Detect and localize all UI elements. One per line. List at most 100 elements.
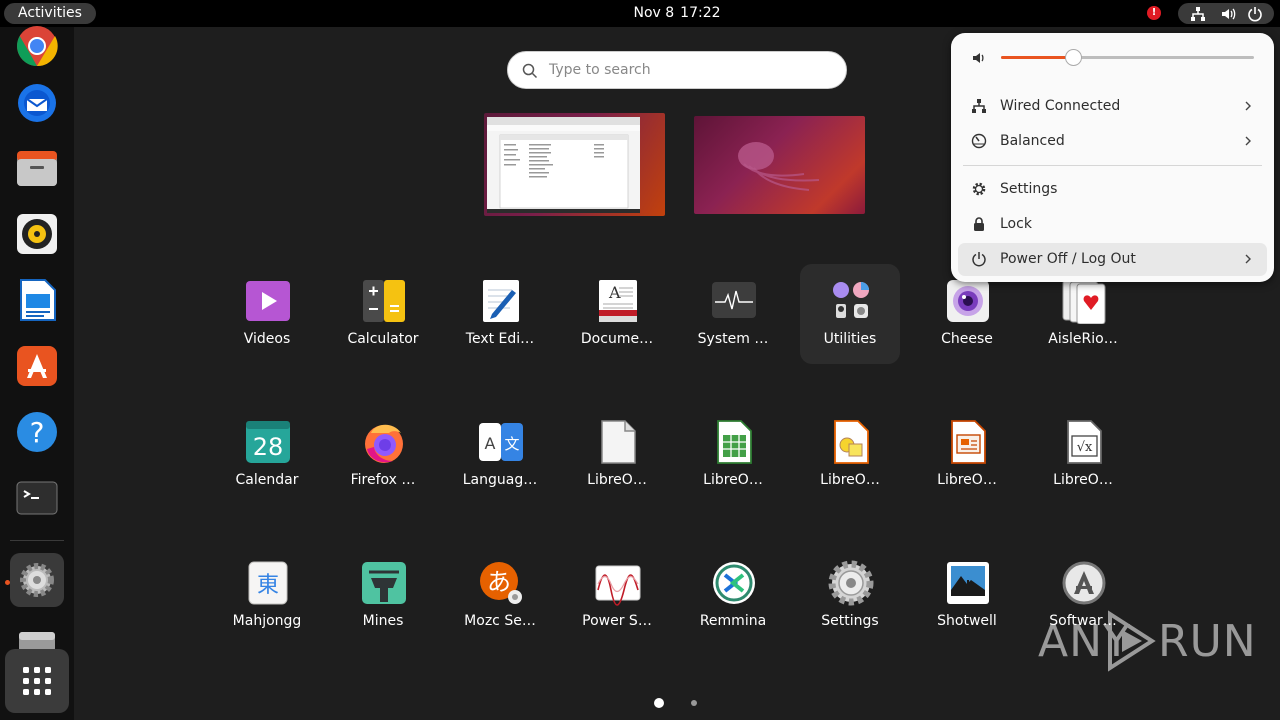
app-label: Shotwell [937,613,997,629]
settings-menu-item[interactable]: Settings [958,173,1267,206]
speaker-icon [973,53,984,63]
app-label: LibreO… [937,472,997,488]
app-label: Mahjongg [232,613,302,629]
app-mines[interactable]: Mines [333,546,433,646]
page-dot-2[interactable] [691,700,697,706]
search-placeholder: Type to search [549,62,651,78]
libreoffice-math-icon: √x [1067,420,1102,464]
settings-label: Settings [1000,181,1058,197]
app-mozc-setup[interactable]: あ Mozc Se… [450,546,550,646]
app-remmina[interactable]: Remmina [683,546,783,646]
app-label: Languag… [462,472,538,488]
firefox-icon [365,424,403,463]
rhythmbox-icon [17,214,57,254]
play-logo-icon [1108,610,1156,672]
dock-thunderbird[interactable] [10,75,64,129]
power-mode-label: Balanced [1000,133,1065,149]
lock-menu-item[interactable]: Lock [958,208,1267,241]
app-document-viewer[interactable]: A Docume… [567,264,667,364]
app-label: Power S… [582,613,652,629]
app-label: Calculator [347,331,419,347]
app-label: Videos [243,331,291,347]
network-wired-icon [972,99,986,113]
network-menu-item[interactable]: Wired Connected [958,90,1267,123]
software-icon [1062,561,1106,605]
network-label: Wired Connected [1000,98,1121,114]
dock-files[interactable] [10,141,64,195]
dock-help[interactable]: ? [10,405,64,459]
app-calendar[interactable]: 28 Calendar [217,405,317,505]
dock-app-center[interactable] [10,339,64,393]
app-label: Settings [821,613,879,629]
app-libreoffice-calc[interactable]: LibreO… [683,405,783,505]
app-calculator[interactable]: Calculator [333,264,433,364]
thunderbird-icon [18,84,56,122]
network-wired-icon [1191,7,1205,21]
volume-slider-handle[interactable] [1065,49,1082,66]
app-libreoffice[interactable]: LibreO… [567,405,667,505]
mahjongg-icon: 東 [248,561,288,605]
settings-icon [828,560,874,606]
app-utilities[interactable]: Utilities [800,264,900,364]
workspace-thumbnail-1[interactable] [484,113,665,216]
libreoffice-calc-icon [717,420,752,464]
speaker-icon [1222,8,1236,20]
disk-icon [19,632,55,649]
app-label: Remmina [699,613,767,629]
power-off-menu-item[interactable]: Power Off / Log Out [958,243,1267,276]
libreoffice-impress-icon [951,420,986,464]
app-label: Cheese [941,331,993,347]
show-apps-button[interactable] [5,649,69,713]
page-dot-1[interactable] [654,698,664,708]
app-settings[interactable]: Settings [800,546,900,646]
power-statistics-icon [595,565,641,606]
workspace-thumbnail-2[interactable] [694,116,865,214]
dock-libreoffice-writer[interactable] [10,273,64,327]
app-shotwell[interactable]: Shotwell [917,546,1017,646]
app-label: Docume… [580,331,654,347]
anyrun-watermark: ANY RUN [1038,606,1256,676]
app-firefox[interactable]: Firefox … [333,405,433,505]
search-entry[interactable]: Type to search [507,51,847,89]
app-libreoffice-draw[interactable]: LibreO… [800,405,900,505]
libreoffice-icon [601,420,636,464]
videos-icon [246,281,290,321]
app-videos[interactable]: Videos [217,264,317,364]
notification-alert-icon[interactable]: ! [1147,6,1161,20]
jellyfish-wallpaper-icon [738,142,820,191]
app-center-icon [17,346,57,386]
app-libreoffice-impress[interactable]: LibreO… [917,405,1017,505]
utilities-folder-icon [833,282,869,318]
running-indicator [5,580,10,585]
libreoffice-writer-icon [20,279,56,321]
help-icon: ? [17,412,57,452]
app-system-monitor[interactable]: System … [683,264,783,364]
text-editor-icon [483,280,519,322]
power-off-label: Power Off / Log Out [1000,251,1136,267]
app-power-statistics[interactable]: Power S… [567,546,667,646]
system-status-menu[interactable] [1178,3,1274,24]
files-icon [17,151,57,186]
power-mode-menu-item[interactable]: Balanced [958,125,1267,158]
dock: ? [0,26,74,720]
app-libreoffice-math[interactable]: √x LibreO… [1033,405,1133,505]
gear-icon [972,182,986,196]
app-mahjongg[interactable]: 東 Mahjongg [217,546,317,646]
clock[interactable]: Nov 8 17:22 [0,0,1280,27]
app-text-editor[interactable]: Text Edi… [450,264,550,364]
dock-rhythmbox[interactable] [10,207,64,261]
calendar-day: 28 [253,433,284,461]
app-label: Firefox … [350,472,416,488]
app-label: Text Edi… [465,331,535,347]
dock-settings[interactable] [10,553,64,607]
dock-chrome[interactable] [10,19,64,73]
app-language-support[interactable]: A文 Languag… [450,405,550,505]
terminal-icon [16,481,58,515]
document-viewer-icon: A [599,280,637,322]
dock-terminal[interactable] [10,471,64,525]
show-apps-grid-icon [23,667,51,695]
app-label: Calendar [235,472,299,488]
libreoffice-draw-icon [834,420,869,464]
dock-disk[interactable] [10,619,64,649]
clock-time: 17:22 [680,5,721,21]
